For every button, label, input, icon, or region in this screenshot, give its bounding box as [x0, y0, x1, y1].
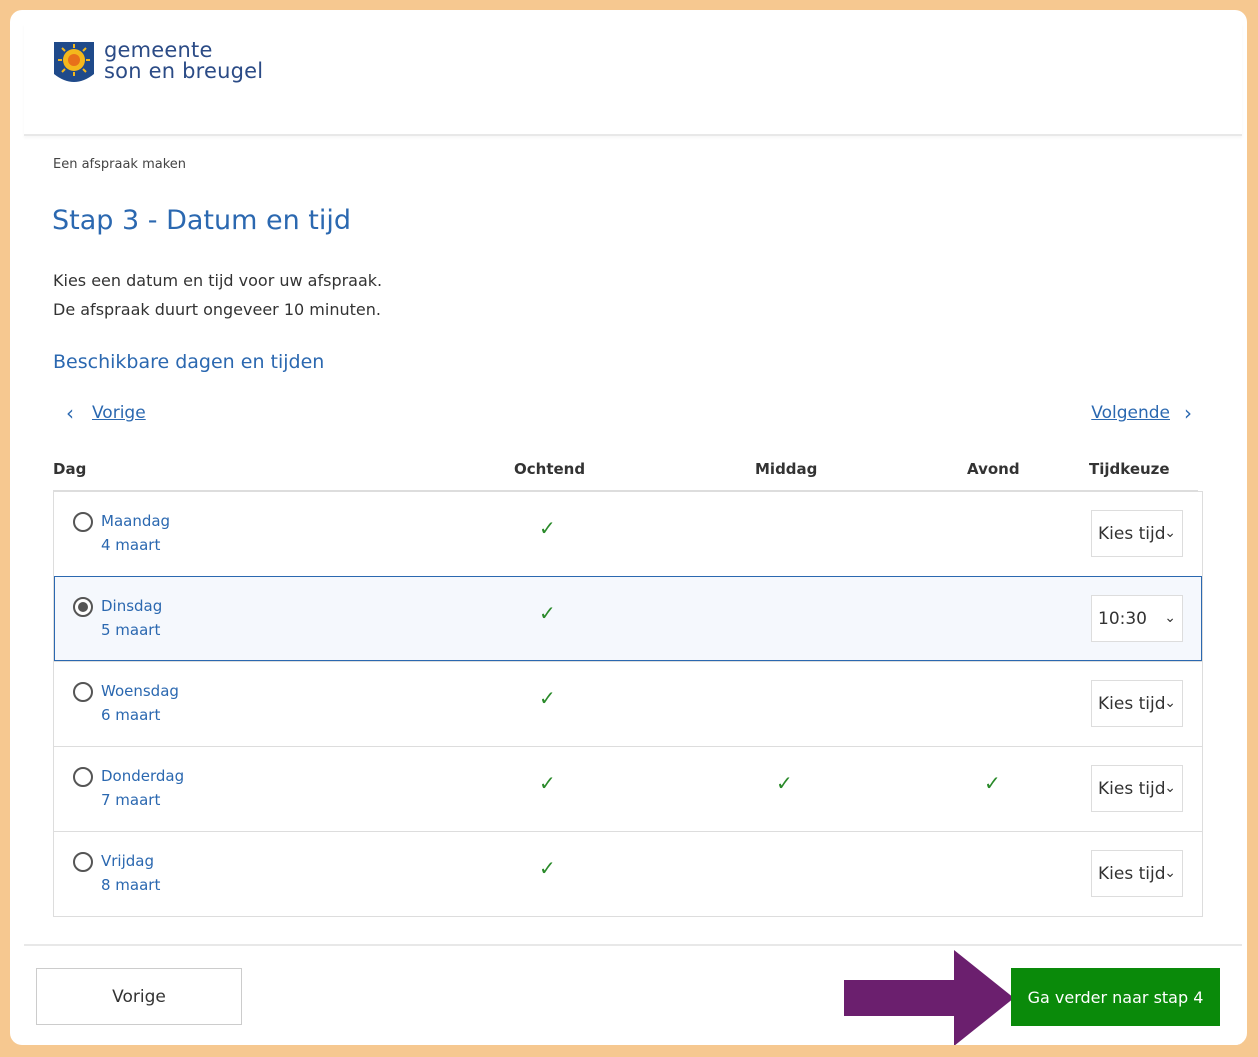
time-select[interactable]: Kies tijd ⌄ [1091, 680, 1183, 727]
day-name: Maandag [101, 512, 171, 530]
chevron-down-icon: ⌄ [1164, 865, 1176, 881]
logo-text: gemeente son en breugel [104, 40, 263, 82]
day-name: Donderdag [101, 767, 185, 785]
table-row[interactable]: Donderdag 7 maart ✓ ✓ ✓ Kies tijd ⌄ [54, 746, 1202, 831]
chevron-left-icon: ‹ [66, 401, 74, 425]
next-step-button[interactable]: Ga verder naar stap 4 [1011, 968, 1220, 1026]
logo-line-1: gemeente [104, 38, 213, 62]
day-radio[interactable] [73, 767, 93, 787]
time-select[interactable]: Kies tijd ⌄ [1091, 850, 1183, 897]
time-select-value: Kies tijd [1098, 523, 1166, 544]
time-select-value: Kies tijd [1098, 778, 1166, 799]
previous-step-button[interactable]: Vorige [36, 968, 242, 1025]
breadcrumb: Een afspraak maken [53, 157, 187, 172]
previous-week-link[interactable]: ‹ Vorige [66, 401, 146, 425]
time-select-value: 10:30 [1098, 608, 1147, 629]
morning-available-check-icon: ✓ [539, 516, 556, 540]
table-header: Dag Ochtend Middag Avond Tijdkeuze [53, 460, 1198, 491]
table-row[interactable]: Vrijdag 8 maart ✓ Kies tijd ⌄ [54, 831, 1202, 916]
column-header-morning: Ochtend [514, 460, 586, 478]
day-name: Dinsdag [101, 597, 163, 615]
intro-line-1: Kies een datum en tijd voor uw afspraak. [53, 271, 383, 290]
arrow-right-icon [844, 950, 1014, 1045]
next-week-label: Volgende [1091, 403, 1170, 423]
chevron-down-icon: ⌄ [1164, 610, 1176, 626]
table-row[interactable]: Maandag 4 maart ✓ Kies tijd ⌄ [54, 491, 1202, 576]
chevron-down-icon: ⌄ [1164, 695, 1176, 711]
day-radio[interactable] [73, 512, 93, 532]
morning-available-check-icon: ✓ [539, 686, 556, 710]
day-date: 6 maart [101, 706, 161, 724]
time-select[interactable]: Kies tijd ⌄ [1091, 510, 1183, 557]
day-name: Woensdag [101, 682, 179, 700]
section-title: Beschikbare dagen en tijden [53, 351, 325, 373]
availability-table: Maandag 4 maart ✓ Kies tijd ⌄ Dinsdag 5 m… [53, 491, 1203, 917]
day-name: Vrijdag [101, 852, 154, 870]
time-select[interactable]: 10:30 ⌄ [1091, 595, 1183, 642]
logo-line-2: son en breugel [104, 59, 264, 83]
site-header: gemeente son en breugel [24, 24, 1242, 136]
page-frame: gemeente son en breugel Een afspraak mak… [10, 10, 1247, 1045]
column-header-afternoon: Middag [755, 460, 818, 478]
day-date: 4 maart [101, 536, 161, 554]
evening-available-check-icon: ✓ [984, 771, 1001, 795]
chevron-down-icon: ⌄ [1164, 780, 1176, 796]
time-select-value: Kies tijd [1098, 863, 1166, 884]
afternoon-available-check-icon: ✓ [776, 771, 793, 795]
previous-week-label: Vorige [92, 403, 146, 423]
day-radio[interactable] [73, 852, 93, 872]
day-date: 7 maart [101, 791, 161, 809]
day-radio-checked[interactable] [73, 597, 93, 617]
intro-text: Kies een datum en tijd voor uw afspraak.… [53, 266, 382, 324]
table-row-selected[interactable]: Dinsdag 5 maart ✓ 10:30 ⌄ [54, 576, 1202, 661]
page-title: Stap 3 - Datum en tijd [52, 205, 352, 236]
intro-line-2: De afspraak duurt ongeveer 10 minuten. [53, 300, 381, 319]
time-select[interactable]: Kies tijd ⌄ [1091, 765, 1183, 812]
column-header-evening: Avond [967, 460, 1020, 478]
column-header-day: Dag [53, 460, 87, 478]
chevron-right-icon: › [1184, 401, 1192, 425]
site-logo[interactable]: gemeente son en breugel [52, 40, 263, 86]
municipality-crest-icon [54, 42, 94, 82]
day-date: 8 maart [101, 876, 161, 894]
morning-available-check-icon: ✓ [539, 771, 556, 795]
table-row[interactable]: Woensdag 6 maart ✓ Kies tijd ⌄ [54, 661, 1202, 746]
day-date: 5 maart [101, 621, 161, 639]
page-content: gemeente son en breugel Een afspraak mak… [24, 24, 1242, 1045]
morning-available-check-icon: ✓ [539, 856, 556, 880]
time-select-value: Kies tijd [1098, 693, 1166, 714]
column-header-time-choice: Tijdkeuze [1089, 460, 1170, 478]
morning-available-check-icon: ✓ [539, 601, 556, 625]
chevron-down-icon: ⌄ [1164, 525, 1176, 541]
day-radio[interactable] [73, 682, 93, 702]
next-week-link[interactable]: Volgende › [1091, 401, 1192, 425]
